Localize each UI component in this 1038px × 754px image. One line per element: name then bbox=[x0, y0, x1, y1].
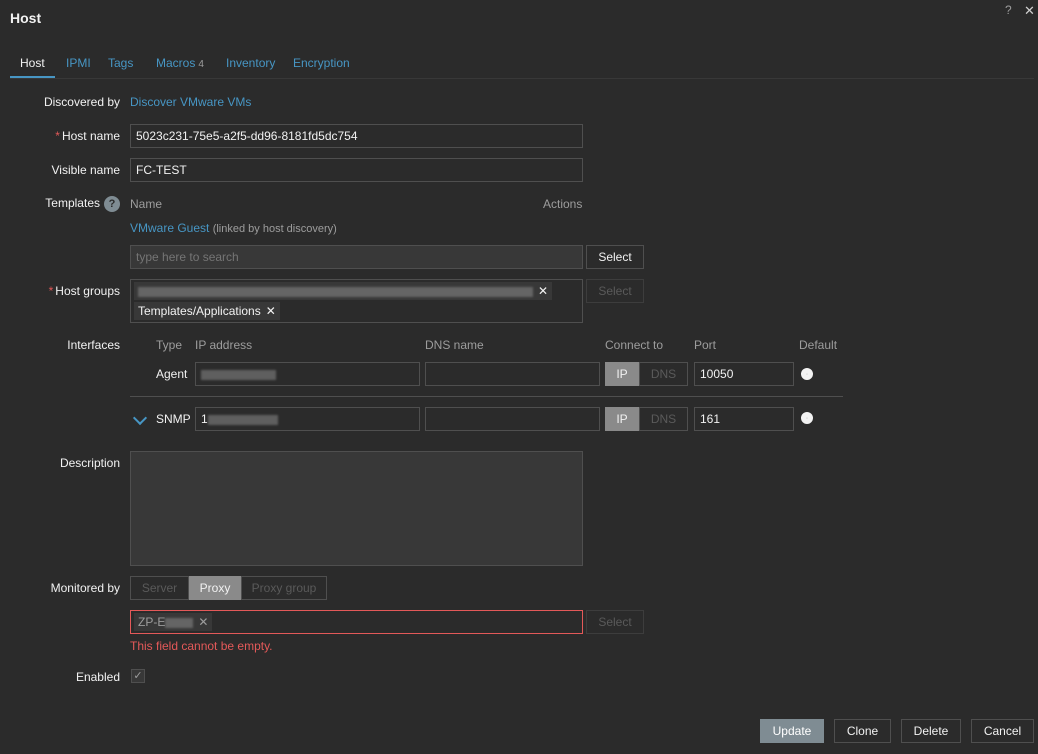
visible-name-input[interactable]: FC-TEST bbox=[130, 158, 583, 182]
cancel-button[interactable]: Cancel bbox=[971, 719, 1034, 743]
enabled-label: Enabled bbox=[75, 670, 120, 684]
tab-tags-label: Tags bbox=[108, 56, 134, 70]
iface-col-type: Type bbox=[156, 338, 183, 352]
monitored-by-label: Monitored by bbox=[50, 581, 120, 595]
tab-ipmi[interactable]: IPMI bbox=[56, 52, 101, 76]
help-icon[interactable]: ? bbox=[1005, 3, 1012, 17]
host-group-chip-label: Templates/Applications bbox=[138, 304, 261, 318]
macros-count-badge: 4 bbox=[198, 59, 204, 70]
agent-default-radio[interactable] bbox=[801, 368, 813, 380]
tab-tags[interactable]: Tags bbox=[98, 52, 143, 76]
templates-col-actions: Actions bbox=[543, 197, 583, 211]
linked-template-link[interactable]: VMware Guest bbox=[130, 221, 209, 235]
proxy-select-button[interactable]: Select bbox=[586, 610, 644, 634]
proxy-chip-label: ZP-E bbox=[138, 615, 166, 629]
iface-col-port: Port bbox=[694, 338, 717, 352]
enabled-checkbox[interactable]: ✓ bbox=[131, 669, 145, 683]
delete-button[interactable]: Delete bbox=[901, 719, 961, 743]
description-label: Description bbox=[59, 456, 120, 470]
snmp-default-radio[interactable] bbox=[801, 412, 813, 424]
update-button[interactable]: Update bbox=[760, 719, 824, 743]
templates-col-name: Name bbox=[130, 197, 163, 211]
snmp-connect-ip-button[interactable]: IP bbox=[605, 407, 639, 431]
template-search-input[interactable] bbox=[130, 245, 583, 269]
templates-label-text: Templates bbox=[45, 196, 100, 211]
visible-name-label: Visible name bbox=[51, 163, 120, 177]
chevron-down-icon[interactable] bbox=[132, 410, 148, 426]
proxy-multiselect[interactable]: ZP-E ✕ bbox=[130, 610, 583, 634]
iface-col-dns: DNS name bbox=[425, 338, 484, 352]
snmp-connect-dns-button[interactable]: DNS bbox=[639, 407, 688, 431]
iface-col-connect: Connect to bbox=[605, 338, 664, 352]
tab-macros-label: Macros bbox=[156, 56, 196, 70]
host-groups-label-text: Host groups bbox=[55, 284, 120, 298]
redacted-text bbox=[165, 617, 194, 628]
iface-col-default: Default bbox=[799, 338, 838, 352]
snmp-ip-input[interactable]: 1 bbox=[195, 407, 420, 431]
monitored-server-option[interactable]: Server bbox=[130, 576, 189, 600]
host-groups-multiselect[interactable]: ✕ Templates/Applications ✕ bbox=[130, 279, 583, 323]
interfaces-label: Interfaces bbox=[67, 338, 120, 352]
tab-ipmi-label: IPMI bbox=[66, 56, 91, 70]
tab-encryption-label: Encryption bbox=[293, 56, 350, 70]
discovered-by-link[interactable]: Discover VMware VMs bbox=[130, 95, 251, 109]
host-name-input[interactable]: 5023c231-75e5-a2f5-dd96-8181fd5dc754 bbox=[130, 124, 583, 148]
host-name-label-text: Host name bbox=[61, 129, 120, 143]
required-marker: * bbox=[55, 129, 60, 143]
agent-connect-ip-button[interactable]: IP bbox=[605, 362, 639, 386]
redacted-text bbox=[201, 369, 276, 380]
monitored-proxy-group-option[interactable]: Proxy group bbox=[241, 576, 327, 600]
proxy-chip: ZP-E ✕ bbox=[134, 613, 213, 631]
agent-connect-dns-button[interactable]: DNS bbox=[639, 362, 688, 386]
tab-host-label: Host bbox=[20, 56, 45, 70]
proxy-error-message: This field cannot be empty. bbox=[130, 639, 273, 653]
linked-template-note: (linked by host discovery) bbox=[212, 223, 337, 235]
tab-host[interactable]: Host bbox=[10, 52, 55, 78]
interfaces-divider bbox=[130, 396, 843, 397]
discovered-by-label: Discovered by bbox=[43, 95, 120, 109]
agent-ip-input[interactable] bbox=[195, 362, 420, 386]
snmp-dns-input[interactable] bbox=[425, 407, 600, 431]
linked-template-row: VMware Guest (linked by host discovery) bbox=[130, 221, 337, 235]
monitored-proxy-option[interactable]: Proxy bbox=[189, 576, 241, 600]
templates-label: Templates? bbox=[45, 196, 120, 212]
required-marker: * bbox=[48, 284, 54, 298]
description-textarea[interactable] bbox=[130, 451, 583, 566]
host-groups-select-button[interactable]: Select bbox=[586, 279, 644, 303]
help-icon[interactable]: ? bbox=[104, 196, 120, 212]
host-groups-label: * Host groups bbox=[49, 284, 120, 298]
remove-icon[interactable]: ✕ bbox=[198, 615, 208, 629]
snmp-ip-prefix: 1 bbox=[201, 412, 208, 426]
tab-encryption[interactable]: Encryption bbox=[283, 52, 360, 76]
remove-icon[interactable]: ✕ bbox=[266, 304, 276, 318]
tab-inventory[interactable]: Inventory bbox=[216, 52, 285, 76]
agent-type-label: Agent bbox=[156, 367, 188, 381]
tab-inventory-label: Inventory bbox=[226, 56, 276, 70]
host-group-chip: Templates/Applications ✕ bbox=[134, 302, 280, 320]
snmp-type-label: SNMP bbox=[156, 412, 191, 426]
agent-port-input[interactable]: 10050 bbox=[694, 362, 794, 386]
clone-button[interactable]: Clone bbox=[834, 719, 891, 743]
templates-select-button[interactable]: Select bbox=[586, 245, 644, 269]
redacted-text bbox=[207, 414, 278, 425]
snmp-port-input[interactable]: 161 bbox=[694, 407, 794, 431]
redacted-text bbox=[138, 286, 533, 297]
tab-macros[interactable]: Macros 4 bbox=[146, 52, 214, 76]
iface-col-ip: IP address bbox=[195, 338, 253, 352]
host-name-label: * Host name bbox=[55, 129, 120, 143]
tab-bar: Host IPMI Tags Macros 4 Inventory Encrypt… bbox=[10, 52, 1034, 79]
host-group-chip-redacted: ✕ bbox=[134, 282, 553, 300]
dialog-title: Host bbox=[10, 10, 42, 26]
remove-icon[interactable]: ✕ bbox=[538, 284, 548, 298]
close-icon[interactable]: ✕ bbox=[1024, 3, 1035, 19]
agent-dns-input[interactable] bbox=[425, 362, 600, 386]
